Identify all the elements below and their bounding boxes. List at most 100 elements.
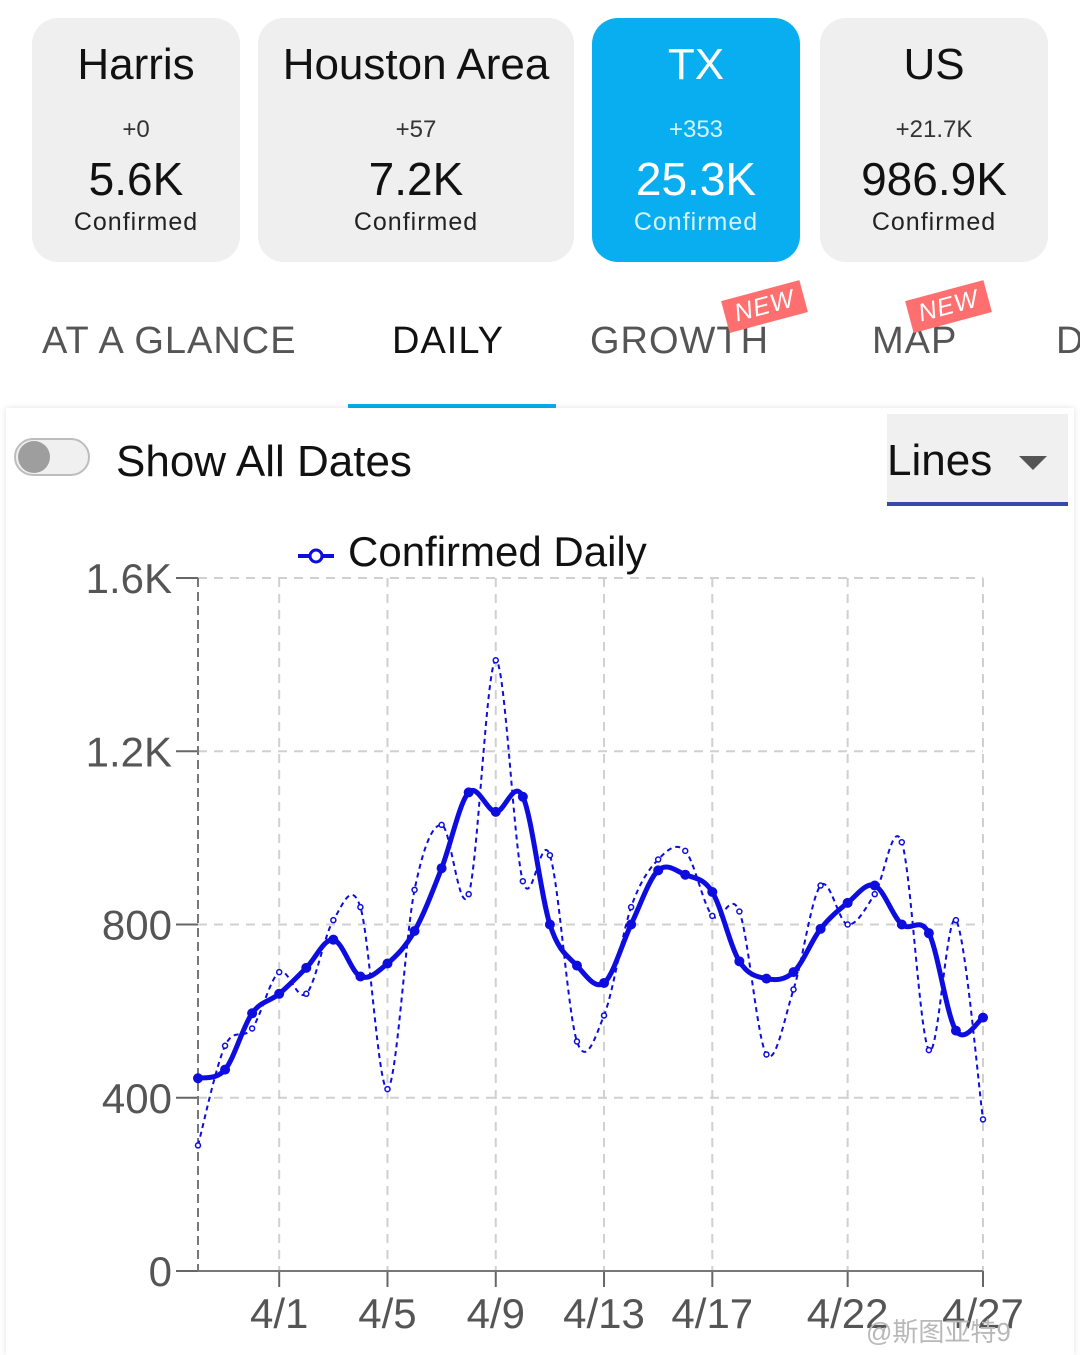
x-tick-label: 4/5 — [358, 1290, 416, 1337]
data-point-solid — [788, 967, 799, 978]
data-point-dashed — [194, 1142, 202, 1149]
tab-daily[interactable]: DAILY — [392, 320, 504, 363]
data-point-dashed — [465, 890, 472, 898]
data-point-solid — [599, 977, 610, 988]
watermark: @斯图亚特9 — [866, 1317, 1011, 1347]
y-tick-label: 800 — [102, 902, 172, 949]
data-point-solid — [626, 919, 637, 930]
data-point-dashed — [871, 890, 878, 898]
data-point-dashed — [979, 1116, 987, 1123]
data-point-dashed — [925, 1046, 933, 1054]
data-point-dashed — [763, 1051, 770, 1058]
data-point-solid — [680, 869, 691, 880]
data-point-solid — [382, 958, 393, 969]
data-point-solid — [978, 1012, 988, 1023]
region-label: Confirmed — [73, 208, 199, 236]
data-point-dashed — [817, 882, 824, 889]
region-name: US — [903, 40, 965, 89]
data-point-solid — [544, 919, 555, 930]
chart-style-select[interactable]: Lines — [887, 414, 1068, 506]
data-point-solid — [571, 960, 582, 971]
data-point-solid — [896, 919, 907, 930]
data-point-solid — [517, 791, 528, 802]
data-point-solid — [923, 928, 934, 939]
region-card-harris[interactable]: Harris +0 5.6K Confirmed — [32, 18, 240, 262]
region-name: Houston Area — [282, 40, 550, 89]
series-line-dashed — [197, 659, 984, 1146]
data-point-dashed — [546, 851, 554, 859]
region-value: 986.9K — [861, 153, 1007, 205]
data-point-dashed — [790, 986, 797, 993]
data-point-dashed — [654, 856, 662, 863]
region-label: Confirmed — [353, 208, 479, 236]
data-point-dashed — [519, 877, 527, 885]
chart-series — [193, 657, 988, 1149]
y-tick-label: 1.6K — [86, 555, 172, 602]
data-point-solid — [707, 887, 718, 898]
region-value: 25.3K — [635, 153, 757, 205]
data-point-solid — [842, 897, 853, 908]
chart-axes: 04008001.2K1.6K4/1 4/5 4/9 4/13 4/17 4/22 4/27 — [86, 555, 1024, 1337]
chart-style-value: Lines — [887, 436, 993, 485]
region-delta: +21.7K — [895, 116, 973, 143]
chart-legend: Confirmed Daily — [298, 528, 647, 575]
series-line-solid — [197, 788, 985, 1081]
data-point-dashed — [898, 838, 906, 846]
data-point-dashed — [600, 1012, 608, 1019]
data-point-dashed — [844, 921, 851, 928]
y-tick-label: 400 — [102, 1075, 172, 1122]
legend-marker — [308, 548, 324, 564]
data-point-solid — [815, 923, 826, 934]
show-all-dates-toggle[interactable] — [12, 433, 92, 481]
data-point-solid — [274, 988, 285, 999]
region-label: Confirmed — [633, 208, 759, 236]
region-name: TX — [667, 40, 725, 89]
data-point-solid — [193, 1073, 203, 1084]
x-tick-label: 4/9 — [467, 1290, 525, 1337]
region-card-us[interactable]: US +21.7K 986.9K Confirmed — [820, 18, 1048, 262]
data-point-solid — [869, 880, 880, 891]
region-cards: Harris +0 5.6K Confirmed Houston Area +5… — [32, 18, 1048, 262]
data-point-dashed — [357, 903, 364, 911]
data-point-solid — [761, 973, 772, 984]
data-point-solid — [220, 1064, 231, 1075]
x-tick-label: 4/17 — [671, 1290, 753, 1337]
show-all-dates-label: Show All Dates — [116, 437, 412, 486]
tab-at-a-glance[interactable]: AT A GLANCE — [42, 320, 297, 363]
tab-partial[interactable]: D — [1056, 320, 1080, 363]
data-point-solid — [355, 971, 366, 982]
data-point-solid — [328, 934, 339, 945]
legend-label: Confirmed Daily — [348, 528, 647, 575]
data-point-dashed — [384, 1085, 391, 1093]
data-point-dashed — [492, 657, 500, 664]
region-name: Harris — [77, 40, 195, 89]
x-tick-label: 4/1 — [250, 1290, 308, 1337]
data-point-dashed — [573, 1038, 581, 1045]
data-point-solid — [436, 863, 447, 874]
region-value: 5.6K — [88, 153, 184, 205]
data-point-solid — [653, 865, 664, 876]
data-point-dashed — [709, 912, 716, 920]
data-point-dashed — [627, 903, 635, 911]
region-delta: +57 — [395, 116, 437, 143]
y-tick-label: 1.2K — [86, 728, 172, 775]
view-tabs: AT A GLANCE DAILY GROWTH NEW MAP NEW D — [0, 280, 1080, 410]
data-point-dashed — [330, 916, 337, 924]
chart-grid — [198, 577, 984, 1271]
data-point-solid — [301, 962, 312, 973]
region-value: 7.2K — [368, 153, 464, 205]
data-point-dashed — [248, 1025, 256, 1032]
data-point-dashed — [303, 990, 310, 998]
region-card-tx[interactable]: TX +353 25.3K Confirmed — [592, 18, 800, 262]
data-point-solid — [247, 1008, 258, 1019]
data-point-dashed — [438, 821, 445, 829]
data-point-dashed — [411, 886, 418, 894]
data-point-dashed — [275, 968, 283, 976]
region-card-houston-area[interactable]: Houston Area +57 7.2K Confirmed — [258, 18, 574, 262]
data-point-dashed — [681, 847, 689, 855]
daily-chart: 04008001.2K1.6K4/1 4/5 4/9 4/13 4/17 4/22 4/27… — [86, 528, 1024, 1337]
toggle-knob — [18, 441, 50, 473]
data-point-dashed — [736, 908, 743, 915]
data-point-solid — [463, 787, 474, 798]
region-label: Confirmed — [871, 208, 997, 236]
